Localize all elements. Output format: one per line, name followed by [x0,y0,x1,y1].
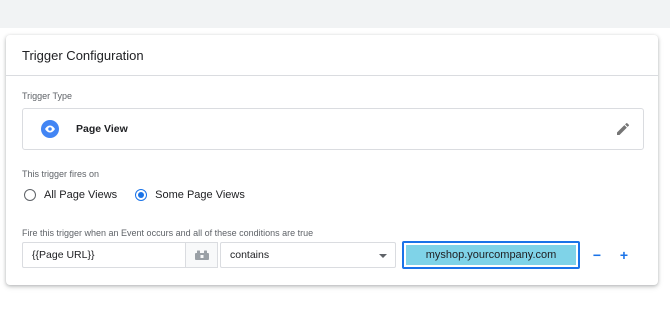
radio-label-some: Some Page Views [155,189,245,201]
radio-unchecked-icon [24,189,36,201]
condition-label: Fire this trigger when an Event occurs a… [22,228,314,238]
trigger-configuration-card: Trigger Configuration Trigger Type Page … [6,35,658,285]
card-header: Trigger Configuration [6,35,658,76]
chevron-down-icon [379,254,387,258]
brick-icon [194,250,209,260]
fires-on-radio-group: All Page Views Some Page Views [24,189,263,201]
value-input[interactable]: myshop.yourcompany.com [402,241,580,269]
card-title: Trigger Configuration [22,47,144,63]
variable-picker-button[interactable] [186,242,218,268]
trigger-type-selector[interactable]: Page View [22,108,644,150]
operator-value: contains [230,249,270,261]
remove-condition-button[interactable]: − [588,246,606,264]
radio-some-page-views[interactable]: Some Page Views [135,189,245,201]
page-background-band [0,0,670,28]
radio-all-page-views[interactable]: All Page Views [24,189,117,201]
add-condition-button[interactable]: + [615,246,633,264]
operator-select[interactable]: contains [220,242,396,268]
radio-checked-icon [135,189,148,201]
trigger-type-name: Page View [76,123,128,135]
variable-value: {{Page URL}} [32,249,95,261]
condition-row: {{Page URL}} contains myshop.yourcompany… [22,241,633,269]
pencil-icon[interactable] [615,121,631,137]
fires-on-label: This trigger fires on [22,169,100,179]
value-text: myshop.yourcompany.com [425,249,557,261]
trigger-type-label: Trigger Type [22,91,73,101]
variable-field[interactable]: {{Page URL}} [22,242,186,268]
value-text-selection: myshop.yourcompany.com [406,245,576,265]
eye-icon [41,120,59,138]
radio-label-all: All Page Views [44,189,118,201]
radio-dot [138,192,145,198]
